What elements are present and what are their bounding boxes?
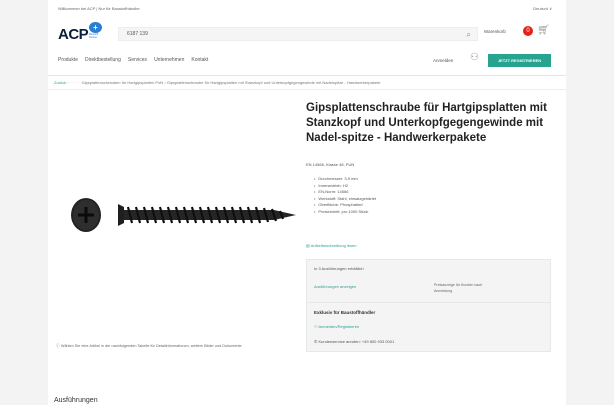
variants-available: In 3 Ausführungen erhältlich [314,266,364,271]
user-icon[interactable]: ⚇ [470,52,479,63]
page: Willkommen bei ACP | Nur für Baustoffhän… [48,0,566,405]
dealer-box: Exklusiv für Baustoffhändler ⚇ Anmelden/… [306,303,551,352]
nav-item-services[interactable]: Services [128,57,147,63]
search-value: 6187 139 [127,31,148,37]
header-divider [48,75,566,76]
nav-item-direktbestellung[interactable]: Direktbestellung [85,57,121,63]
cart-icon[interactable]: 🛒︎ [537,25,550,36]
search-input[interactable]: 6187 139 ⌕ [118,27,478,41]
nav-item-unternehmen[interactable]: Unternehmen [154,57,184,63]
dealer-heading: Exklusiv für Baustoffhändler [314,310,376,315]
top-bar: Willkommen bei ACP | Nur für Baustoffhän… [48,0,566,16]
customer-service[interactable]: ✆ Kundenservice anrufen: +49 800 933 000… [314,339,394,344]
logo-text: ACP [58,26,89,43]
breadcrumb-divider [48,89,566,90]
screw-shaft [118,204,296,226]
cart-label[interactable]: Warenkorb [484,29,506,34]
screw-head [71,198,101,232]
variants-section-heading: Ausführungen [54,397,98,404]
price-note: Preisanzeige für Kunden nach Anmeldung [434,283,483,293]
dealer-login-link[interactable]: ⚇ Anmelden/Registrieren [314,324,359,329]
breadcrumb-current: Gipsplattenschraube für Hartgipsplatten … [166,80,381,85]
search-icon[interactable]: ⌕ [467,30,471,40]
breadcrumb-category[interactable]: Gipsplattenschrauben für Hartgipsplatten… [82,80,164,85]
language-select[interactable]: Deutsch ∨ [533,6,552,11]
cart-count-badge: 0 [523,26,533,36]
spec-list: Durchmesser: 3,9 mm Innenantrieb: H2 EN-… [314,176,376,215]
screw-product-image[interactable] [60,180,300,250]
breadcrumb-back[interactable]: Zurück [54,80,66,85]
show-variants-link[interactable]: Ausführungen anzeigen [314,284,356,289]
logo-subtext: Baustoff Partner [89,33,99,39]
register-button[interactable]: JETZT REGISTRIEREN [488,54,551,67]
breadcrumb: Zurück › ········ Gipsplattenschrauben f… [54,80,381,85]
login-link[interactable]: Anmelden [433,58,453,63]
product-title: Gipsplattenschraube für Hartgipsplatten … [306,102,547,144]
description-link[interactable]: ▤ Artikelbeschreibung lesen [306,243,356,248]
nav-item-produkte[interactable]: Produkte [58,57,78,63]
image-note: ⓘ Wählen Sie eine Artikel in der nachfol… [56,344,242,348]
variants-box: In 3 Ausführungen erhältlich Ausführunge… [306,259,551,303]
acp-logo[interactable]: ACP + Baustoff Partner [58,22,102,44]
welcome-text: Willkommen bei ACP | Nur für Baustoffhän… [58,6,140,11]
spec-heading: EN 14566, Klasse 48, PUN [306,162,355,167]
spec-item: Preiseinheit: pro 1000 Stück [314,209,376,216]
logo-badge: + [89,22,102,33]
main-nav: Produkte Direktbestellung Services Unter… [58,57,208,63]
nav-item-kontakt[interactable]: Kontakt [191,57,208,63]
